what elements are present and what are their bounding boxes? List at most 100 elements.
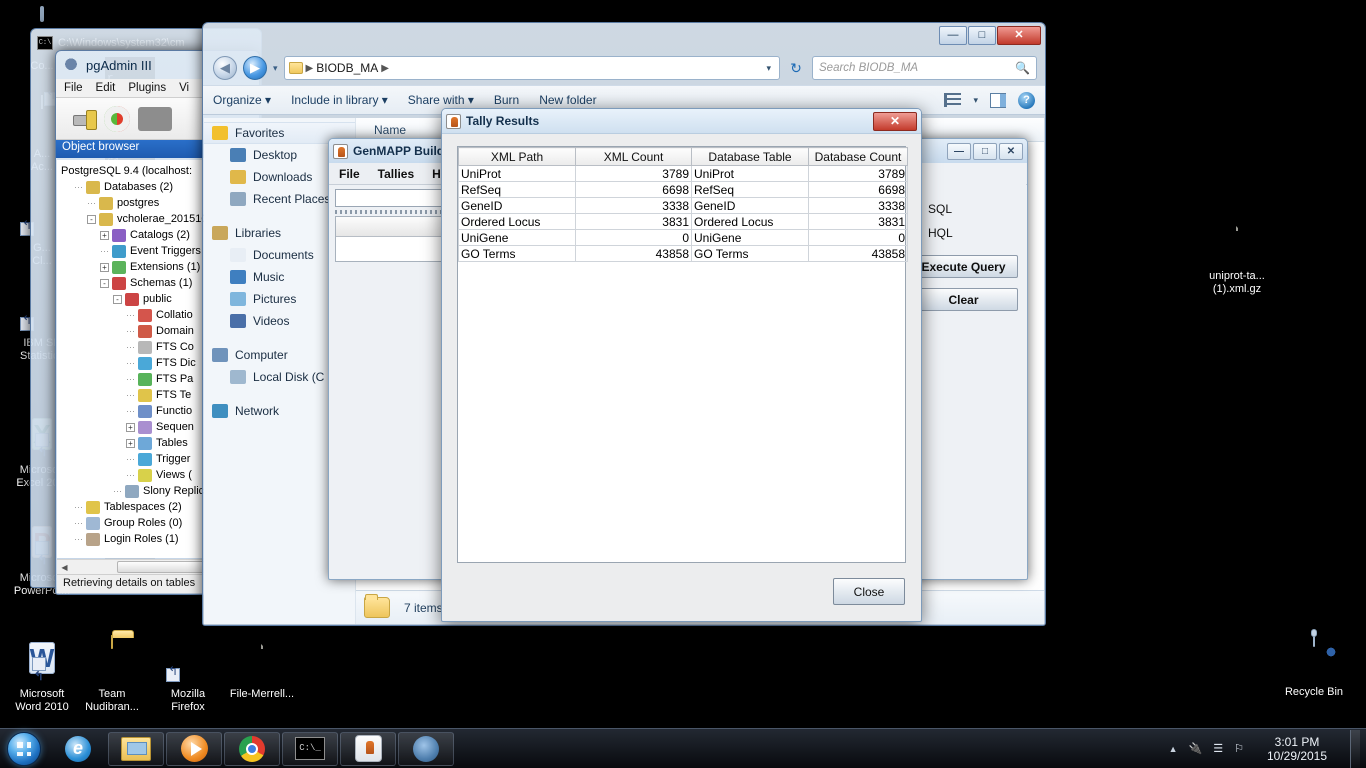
table-row[interactable]: Ordered Locus 3831 Ordered Locus 3831 [458,213,908,230]
taskbar-item-java-app[interactable] [340,731,396,766]
maximize-button[interactable]: □ [968,26,996,45]
explorer-title-bar[interactable]: — □ ✕ [203,23,1045,51]
forward-button[interactable]: ▶ [243,56,267,80]
collapse-icon[interactable]: - [100,278,109,288]
include-in-library-menu[interactable]: Include in library ▾ [291,93,388,107]
tree-line: ⋯ [126,310,135,320]
network-signal-icon[interactable]: ☰ [1213,742,1223,755]
address-bar[interactable]: ▶ BIODB_MA ▶ ▾ [283,56,780,80]
column-header-database-table[interactable]: Database Table [691,147,809,166]
clock[interactable]: 3:01 PM 10/29/2015 [1255,735,1339,763]
menu-plugins[interactable]: Plugins [128,82,166,94]
help-icon[interactable]: ? [1018,91,1035,109]
menu-file[interactable]: File [339,167,360,181]
option-label: HQL [928,226,953,240]
table-row[interactable]: UniProt 3789 UniProt 3789 [458,165,908,182]
explorer-navigation-bar[interactable]: ◀ ▶ ▾ ▶ BIODB_MA ▶ ▾ ↻ Search BIODB_MA 🔍 [203,51,1045,85]
tree-node-icon [112,276,126,290]
taskbar-item-chrome[interactable] [224,731,280,766]
explorer-view-controls[interactable]: ▾ ? [944,91,1035,109]
search-box[interactable]: Search BIODB_MA 🔍 [812,56,1037,80]
expand-icon[interactable]: + [126,438,135,448]
tally-results-dialog[interactable]: Tally Results ✕ XML Path XML Count Datab… [441,108,922,622]
tree-node-label: Schemas (1) [130,277,193,289]
new-folder-button[interactable]: New folder [539,93,596,107]
desktop-icon-recycle-bin[interactable]: Recycle Bin [1272,633,1356,699]
tree-node-icon [138,308,152,322]
tally-title-bar[interactable]: Tally Results ✕ [442,109,921,134]
close-button[interactable]: ✕ [999,143,1023,160]
taskbar-item-command-prompt[interactable]: C:\_ [282,731,338,766]
connect-icon[interactable] [70,106,97,132]
genmapp-window-controls[interactable]: — □ ✕ [947,143,1023,160]
back-button[interactable]: ◀ [213,56,237,80]
execute-query-button[interactable]: Execute Query [909,255,1018,278]
minimize-button[interactable]: — [947,143,971,160]
share-with-menu[interactable]: Share with ▾ [408,93,474,107]
sidebar-item-label: Music [253,270,285,284]
taskbar[interactable]: e C:\_ ▲ 🔌 ☰ ⚐ 3:01 PM 10/29/2015 [0,728,1366,768]
breadcrumb-path[interactable]: BIODB_MA [316,61,378,75]
genmapp-title-text: GenMAPP Build [353,144,445,158]
menu-view[interactable]: Vi [179,82,189,94]
tree-node-icon [86,516,100,530]
tally-table-panel[interactable]: XML Path XML Count Database Table Databa… [457,146,908,563]
table-row[interactable]: GeneID 3338 GeneID 3338 [458,197,908,214]
taskbar-item-pgadmin[interactable] [398,731,454,766]
table-row[interactable]: GO Terms 43858 GO Terms 43858 [458,245,908,262]
close-button[interactable]: ✕ [873,112,917,131]
menu-file[interactable]: File [64,82,83,94]
toolbar-button[interactable] [138,106,172,131]
column-header-database-count[interactable]: Database Count [808,147,908,166]
burn-button[interactable]: Burn [494,93,519,107]
address-dropdown-icon[interactable]: ▾ [766,63,775,74]
collapse-icon[interactable]: - [87,214,96,224]
change-view-icon[interactable] [944,93,962,107]
desktop-icon-team-nudibranch[interactable]: Team Nudibran... [70,635,154,714]
show-desktop-button[interactable] [1350,729,1360,768]
maximize-button[interactable]: □ [973,143,997,160]
organize-menu[interactable]: Organize ▾ [213,93,271,107]
explorer-window-controls[interactable]: — □ ✕ [938,26,1041,45]
cmd-icon: C:\_ [295,737,325,760]
desktop-icon-uniprot-file[interactable]: uniprot-ta... (1).xml.gz [1195,217,1279,296]
desktop-icon-file-merrell[interactable]: File-Merrell... [220,635,304,701]
refresh-icon[interactable] [104,105,130,132]
cell-xml-path: GO Terms [458,245,576,262]
refresh-button[interactable]: ↻ [786,57,806,79]
expand-icon[interactable]: + [126,422,135,432]
taskbar-item-windows-explorer[interactable] [108,731,164,766]
close-button[interactable]: ✕ [997,26,1041,45]
menu-edit[interactable]: Edit [96,82,116,94]
scroll-left-arrow[interactable]: ◀ [57,560,72,574]
column-header-xml-path[interactable]: XML Path [458,147,576,166]
chevron-down-icon[interactable]: ▾ [973,95,978,106]
action-center-flag-icon[interactable]: ⚐ [1234,742,1244,755]
column-header-xml-count[interactable]: XML Count [575,147,692,166]
power-plug-icon[interactable]: 🔌 [1189,742,1203,755]
query-type-sql-option[interactable]: SQL [909,197,1018,221]
search-icon[interactable]: 🔍 [1015,61,1030,75]
table-row[interactable]: RefSeq 6698 RefSeq 6698 [458,181,908,198]
close-dialog-button[interactable]: Close [833,578,905,605]
expand-icon[interactable]: + [100,262,109,272]
desktop-icon-label: File-Merrell... [229,688,295,700]
desktop-icon-firefox[interactable]: MozillaFirefox [146,636,230,714]
recent-pages-chevron-icon[interactable]: ▾ [273,63,278,74]
preview-pane-icon[interactable] [990,92,1006,108]
table-row[interactable]: UniGene 0 UniGene 0 [458,229,908,246]
minimize-button[interactable]: — [939,26,967,45]
desktop-icon-label: Recycle Bin [1284,686,1344,698]
taskbar-item-media-player[interactable] [166,731,222,766]
collapse-icon[interactable]: - [113,294,122,304]
tree-node-icon [138,372,152,386]
expand-icon[interactable]: + [100,230,109,240]
clear-button[interactable]: Clear [909,288,1018,311]
show-hidden-icons-icon[interactable]: ▲ [1169,744,1178,754]
menu-tallies[interactable]: Tallies [378,167,414,181]
query-type-hql-option[interactable]: HQL [909,221,1018,245]
tree-line: ⋯ [126,454,135,464]
taskbar-item-internet-explorer[interactable]: e [50,732,106,766]
start-button[interactable] [2,730,46,768]
system-tray[interactable]: ▲ 🔌 ☰ ⚐ 3:01 PM 10/29/2015 [1169,729,1366,768]
